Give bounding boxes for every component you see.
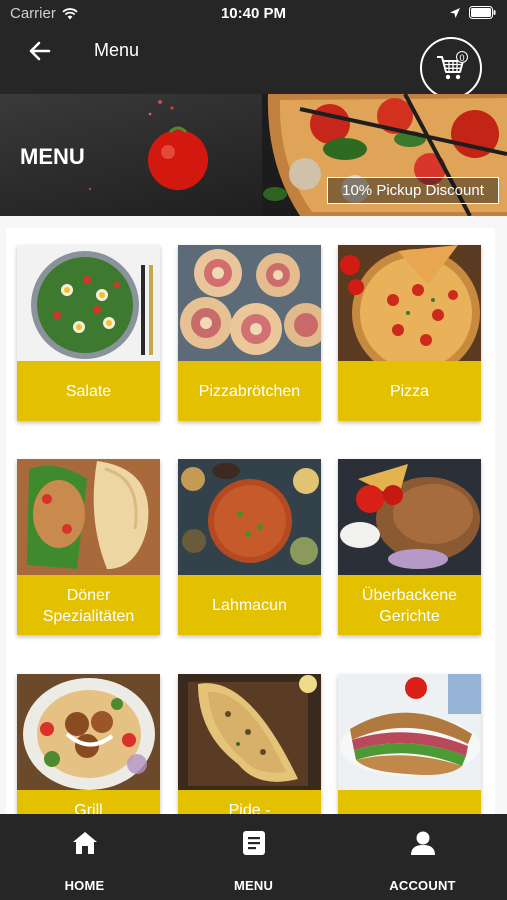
category-label: Salate (17, 361, 160, 421)
location-arrow-icon (450, 7, 460, 18)
battery-icon (469, 6, 496, 19)
nav-home-label: HOME (64, 878, 105, 893)
gyros-plate-image (338, 459, 481, 575)
home-icon (70, 828, 100, 858)
category-tile-sandwich[interactable] (338, 674, 481, 814)
category-tile-lahmacun[interactable]: Lahmacun (178, 459, 321, 635)
category-tile-doener[interactable]: Döner Spezialitäten (17, 459, 160, 635)
lahmacun-image (178, 459, 321, 575)
category-label: Pizzabrötchen (178, 361, 321, 421)
category-label: Pizza (338, 361, 481, 421)
status-indicators (449, 6, 497, 19)
category-tile-salate[interactable]: Salate (17, 245, 160, 421)
app-header: Menu 0 (0, 28, 507, 99)
category-tile-pizza[interactable]: Pizza (338, 245, 481, 421)
category-tile-ueberbackene[interactable]: Überbackene Gerichte (338, 459, 481, 635)
pizza-rolls-image (178, 245, 321, 361)
nav-menu-label: MENU (233, 878, 274, 893)
menu-content[interactable]: Salate Pizzabrötchen Pizza Döner Spezial… (0, 216, 507, 814)
nav-account[interactable]: ACCOUNT (338, 814, 507, 900)
category-label (338, 790, 481, 814)
bottom-navigation: HOME MENU ACCOUNT (0, 814, 507, 900)
category-tile-pide[interactable]: Pide - (178, 674, 321, 814)
salad-image (17, 245, 160, 361)
sandwich-image (338, 674, 481, 790)
nav-home[interactable]: HOME (0, 814, 169, 900)
cart-count-badge: 0 (456, 51, 468, 63)
pide-image (178, 674, 321, 790)
doener-image (17, 459, 160, 575)
category-label: Grill (17, 790, 160, 814)
pizza-image (338, 245, 481, 361)
arrow-left-icon (29, 41, 51, 61)
cart-button[interactable]: 0 (420, 37, 482, 99)
pickup-discount-badge: 10% Pickup Discount (327, 177, 499, 204)
category-tile-grill[interactable]: Grill (17, 674, 160, 814)
nav-menu[interactable]: MENU (169, 814, 338, 900)
account-icon (408, 828, 438, 858)
category-label: Pide - (178, 790, 321, 814)
nav-account-label: ACCOUNT (389, 878, 456, 893)
menu-banner: MENU 10% Pickup Discount (0, 94, 507, 216)
back-button[interactable] (22, 36, 58, 66)
banner-title: MENU (20, 144, 85, 169)
status-time: 10:40 PM (220, 5, 287, 22)
menu-list-icon (239, 828, 269, 858)
category-label: Döner Spezialitäten (17, 575, 160, 635)
category-label: Lahmacun (178, 575, 321, 635)
page-title: Menu (94, 40, 140, 60)
grill-plate-image (17, 674, 160, 790)
category-label: Überbackene Gerichte (338, 575, 481, 635)
status-bar: Carrier 10:40 PM (0, 0, 507, 28)
category-tile-pizzabroetchen[interactable]: Pizzabrötchen (178, 245, 321, 421)
